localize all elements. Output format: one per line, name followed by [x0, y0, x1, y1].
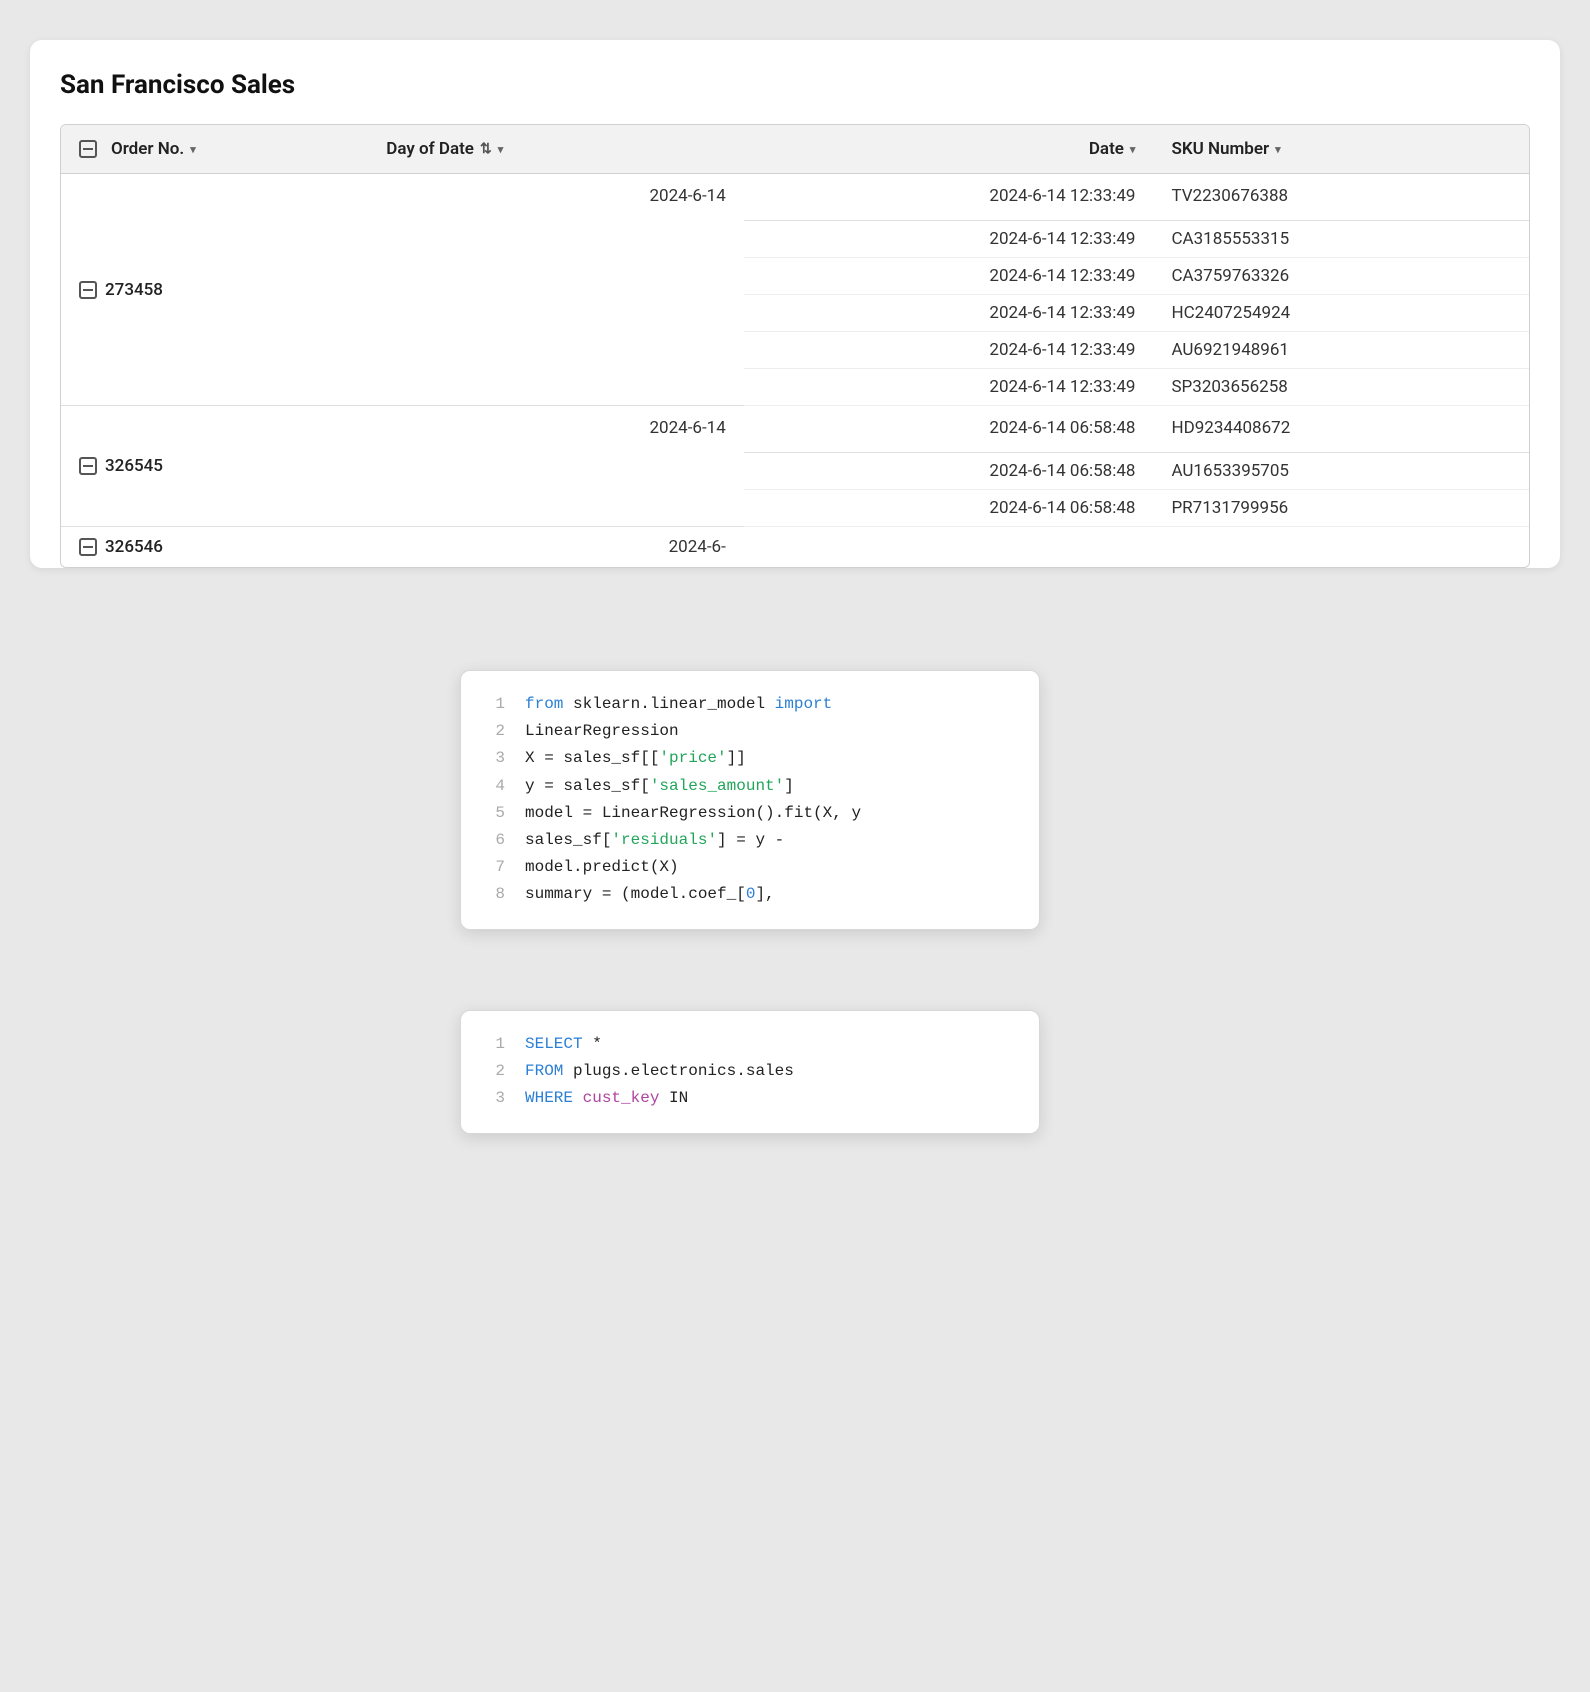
date-cell: 2024-6-14 06:58:48 [744, 453, 1154, 490]
day-filter-sort-icon[interactable]: ⇅ [480, 141, 492, 157]
sku-cell: HD9234408672 [1153, 406, 1529, 453]
line-num-6: 6 [489, 827, 505, 854]
date-cell: 2024-6-14 12:33:49 [744, 258, 1154, 295]
line-num-2: 2 [489, 718, 505, 745]
date-cell: 2024-6-14 12:33:49 [744, 295, 1154, 332]
collapse-icon[interactable] [79, 281, 97, 299]
order-cell: 326546 [61, 527, 368, 568]
order-number: 326546 [105, 537, 163, 557]
main-card: San Francisco Sales Order No. ▾ Day of D… [30, 40, 1560, 568]
line-num-1: 1 [489, 691, 505, 718]
sku-cell: CA3759763326 [1153, 258, 1529, 295]
col-sku-label: SKU Number [1171, 139, 1269, 159]
order-number: 326545 [105, 456, 163, 476]
sku-cell: SP3203656258 [1153, 369, 1529, 406]
col-day-label: Day of Date [386, 139, 474, 159]
sales-table: Order No. ▾ Day of Date ⇅ ▾ Date [61, 125, 1529, 567]
sql-line-num-2: 2 [489, 1058, 505, 1085]
col-header-date[interactable]: Date ▾ [744, 125, 1154, 174]
date-cell [744, 527, 1154, 568]
order-dropdown-arrow[interactable]: ▾ [190, 143, 196, 156]
sql-line-1: 1 SELECT * [489, 1031, 1011, 1058]
code-line-2: 2 LinearRegression [489, 718, 1011, 745]
code-content-6: sales_sf['residuals'] = y - [525, 827, 784, 854]
code-card-python: 1 from sklearn.linear_model import 2 Lin… [460, 670, 1040, 930]
table-body: 273458 2024-6-14 2024-6-14 12:33:49 TV22… [61, 174, 1529, 568]
line-num-5: 5 [489, 800, 505, 827]
code-line-8: 8 summary = (model.coef_[0], [489, 881, 1011, 908]
sql-content-1: SELECT * [525, 1031, 602, 1058]
order-cell: 326545 [61, 406, 368, 527]
code-content-4: y = sales_sf['sales_amount'] [525, 773, 794, 800]
day-dropdown-arrow[interactable]: ▾ [498, 143, 504, 156]
col-order-label: Order No. [111, 139, 184, 159]
line-num-7: 7 [489, 854, 505, 881]
page-title: San Francisco Sales [60, 70, 1530, 100]
line-num-4: 4 [489, 773, 505, 800]
sql-line-3: 3 WHERE cust_key IN [489, 1085, 1011, 1112]
sku-cell: HC2407254924 [1153, 295, 1529, 332]
group-row: 326546 2024-6- [61, 527, 1529, 568]
sql-content-2: FROM plugs.electronics.sales [525, 1058, 794, 1085]
sku-cell: AU1653395705 [1153, 453, 1529, 490]
code-content-1: from sklearn.linear_model import [525, 691, 832, 718]
code-line-7: 7 model.predict(X) [489, 854, 1011, 881]
data-table-wrapper: Order No. ▾ Day of Date ⇅ ▾ Date [60, 124, 1530, 568]
code-line-4: 4 y = sales_sf['sales_amount'] [489, 773, 1011, 800]
sku-cell: TV2230676388 [1153, 174, 1529, 221]
sku-cell: PR7131799956 [1153, 490, 1529, 527]
day-cell: 2024-6-14 [368, 174, 744, 406]
collapse-all-icon[interactable] [79, 140, 97, 158]
code-content-5: model = LinearRegression().fit(X, y [525, 800, 861, 827]
code-line-6: 6 sales_sf['residuals'] = y - [489, 827, 1011, 854]
sku-dropdown-arrow[interactable]: ▾ [1275, 143, 1281, 156]
day-cell: 2024-6-14 [368, 406, 744, 527]
line-num-3: 3 [489, 745, 505, 772]
code-content-8: summary = (model.coef_[0], [525, 881, 775, 908]
sql-line-num-1: 1 [489, 1031, 505, 1058]
sku-cell [1153, 527, 1529, 568]
date-cell: 2024-6-14 12:33:49 [744, 369, 1154, 406]
day-cell: 2024-6- [368, 527, 744, 568]
sku-cell: AU6921948961 [1153, 332, 1529, 369]
line-num-8: 8 [489, 881, 505, 908]
collapse-icon[interactable] [79, 538, 97, 556]
col-header-order[interactable]: Order No. ▾ [61, 125, 368, 174]
code-line-5: 5 model = LinearRegression().fit(X, y [489, 800, 1011, 827]
col-date-label: Date [1089, 139, 1124, 159]
collapse-icon[interactable] [79, 457, 97, 475]
code-line-1: 1 from sklearn.linear_model import [489, 691, 1011, 718]
date-cell: 2024-6-14 06:58:48 [744, 406, 1154, 453]
order-cell: 273458 [61, 174, 368, 406]
sql-line-2: 2 FROM plugs.electronics.sales [489, 1058, 1011, 1085]
code-line-3: 3 X = sales_sf[['price']] [489, 745, 1011, 772]
group-row: 326545 2024-6-14 2024-6-14 06:58:48 HD92… [61, 406, 1529, 453]
code-card-sql: 1 SELECT * 2 FROM plugs.electronics.sale… [460, 1010, 1040, 1134]
date-cell: 2024-6-14 12:33:49 [744, 332, 1154, 369]
code-content-2: LinearRegression [525, 718, 679, 745]
sql-line-num-3: 3 [489, 1085, 505, 1112]
sql-content-3: WHERE cust_key IN [525, 1085, 688, 1112]
order-number: 273458 [105, 280, 163, 300]
group-row: 273458 2024-6-14 2024-6-14 12:33:49 TV22… [61, 174, 1529, 221]
code-content-7: model.predict(X) [525, 854, 679, 881]
code-content-3: X = sales_sf[['price']] [525, 745, 746, 772]
col-header-day[interactable]: Day of Date ⇅ ▾ [368, 125, 744, 174]
date-cell: 2024-6-14 12:33:49 [744, 174, 1154, 221]
date-cell: 2024-6-14 12:33:49 [744, 221, 1154, 258]
table-header-row: Order No. ▾ Day of Date ⇅ ▾ Date [61, 125, 1529, 174]
col-header-sku[interactable]: SKU Number ▾ [1153, 125, 1529, 174]
sku-cell: CA3185553315 [1153, 221, 1529, 258]
date-cell: 2024-6-14 06:58:48 [744, 490, 1154, 527]
date-dropdown-arrow[interactable]: ▾ [1130, 143, 1136, 156]
